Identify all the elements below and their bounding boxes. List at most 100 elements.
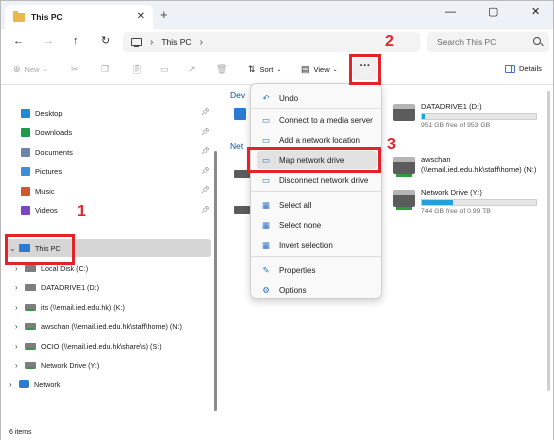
content-scrollbar[interactable] (547, 91, 550, 391)
rename-icon: ▭ (160, 64, 169, 74)
quick-access-item[interactable]: Music (21, 183, 55, 199)
menu-item-invert-selection[interactable]: ▦ Invert selection (257, 236, 377, 254)
address-row: ← → ↑ ↻ › This PC › Search This PC (1, 29, 553, 55)
menu-item-properties[interactable]: ✎ Properties (257, 261, 377, 279)
refresh-button[interactable]: ↻ (101, 34, 110, 48)
command-bar: ⊕ New ⌄ ✂ ❐ 📋︎ ▭ ↗ 🗑︎ ⇅ Sort ⌄ ▤ View ⌄ … (1, 55, 553, 85)
quick-access-item[interactable]: Downloads (21, 125, 72, 141)
sort-button[interactable]: ⇅ Sort ⌄ (248, 64, 285, 75)
drive-free-space: 744 GB free of 0.99 TB (421, 208, 491, 215)
menu-item-label: Undo (279, 93, 299, 103)
menu-separator (251, 256, 381, 257)
tree-label: DATADRIVE1 (D:) (41, 283, 100, 292)
quick-access-item[interactable]: Desktop (21, 105, 63, 121)
menu-item-select-none[interactable]: ▦ Select none (257, 216, 377, 234)
pin-icon[interactable]: 📌︎ (201, 108, 210, 116)
chevron-right-icon[interactable]: › (15, 303, 25, 312)
delete-button[interactable]: 🗑︎ (216, 64, 231, 75)
invert-selection-icon: ▦ (261, 239, 271, 250)
share-button[interactable]: ↗ (188, 64, 200, 75)
quick-access-folder-icon (21, 128, 30, 137)
chevron-right-icon[interactable]: › (15, 322, 25, 331)
close-window-button[interactable]: ✕ (531, 5, 540, 19)
chevron-right-icon[interactable]: › (9, 380, 19, 389)
quick-access-folder-icon (21, 147, 30, 157)
tree-item-drive[interactable]: › OCIO (\\email.ied.edu.hk\share\s) (S:) (15, 338, 162, 354)
network-drive-icon (393, 157, 415, 177)
quick-access-label: Pictures (35, 167, 63, 176)
file-explorer-window: This PC ✕ + — ▢ ✕ ← → ↑ ↻ › This PC › Se… (0, 0, 554, 440)
tab-title: This PC (31, 12, 63, 22)
cut-button[interactable]: ✂ (71, 64, 83, 75)
group-devices-heading[interactable]: Dev (230, 90, 245, 100)
tree-item-drive[interactable]: › its (\\email.ied.edu.hk) (K:) (15, 299, 125, 315)
nav-scrollbar[interactable] (214, 151, 217, 411)
drive-item-n[interactable]: awschan (\\email.ied.edu.hk\staff\home) … (393, 155, 543, 189)
tree-label: Network Drive (Y:) (41, 361, 100, 370)
maximize-button[interactable]: ▢ (488, 5, 498, 19)
tree-item-network[interactable]: › Network (9, 376, 60, 392)
copy-icon: ❐ (101, 64, 110, 74)
menu-item-label: Disconnect network drive (279, 175, 369, 185)
menu-item-label: Options (279, 285, 307, 295)
copy-button[interactable]: ❐ (101, 64, 113, 75)
chevron-right-icon[interactable]: › (15, 283, 25, 292)
chevron-right-icon[interactable]: › (15, 342, 25, 351)
breadcrumb-this-pc[interactable]: This PC (161, 37, 191, 47)
breadcrumb-chevron[interactable]: › (200, 37, 203, 48)
drive-item-d[interactable]: DATADRIVE1 (D:) 951 GB free of 953 GB (393, 102, 543, 136)
sort-icon: ⇅ (248, 64, 256, 74)
address-bar[interactable]: › This PC › (123, 32, 420, 52)
annotation-number-3: 3 (387, 136, 396, 153)
menu-item-connect-to-a-media-server[interactable]: ▭ Connect to a media server (257, 111, 377, 129)
drive-item-y[interactable]: Network Drive (Y:) 744 GB free of 0.99 T… (393, 188, 543, 222)
minimize-button[interactable]: — (445, 5, 456, 19)
options-icon: ⚙ (262, 284, 270, 295)
view-button[interactable]: ▤ View ⌄ (301, 64, 342, 75)
menu-item-options[interactable]: ⚙ Options (257, 281, 377, 299)
group-network-heading[interactable]: Net (230, 141, 243, 151)
disconnect-drive-icon: ▭ (261, 174, 271, 185)
drive-name: DATADRIVE1 (D:) (421, 102, 482, 111)
tab-close-button[interactable]: ✕ (137, 11, 145, 22)
network-drive-icon (25, 362, 36, 369)
pin-icon[interactable]: 📌︎ (201, 206, 210, 214)
tree-item-drive[interactable]: › Network Drive (Y:) (15, 358, 99, 374)
pin-icon[interactable]: 📌︎ (201, 147, 210, 155)
chevron-down-icon: ⌄ (332, 67, 338, 73)
forward-button[interactable]: → (43, 34, 54, 48)
menu-item-disconnect-network-drive[interactable]: ▭ Disconnect network drive (257, 171, 377, 189)
view-icon: ▤ (301, 64, 310, 74)
paste-button[interactable]: 📋︎ (131, 64, 146, 75)
pin-icon[interactable]: 📌︎ (201, 167, 210, 175)
chevron-right-icon[interactable]: › (15, 361, 25, 370)
details-label: Details (519, 64, 542, 73)
menu-item-select-all[interactable]: ▦ Select all (257, 196, 377, 214)
tree-item-drive[interactable]: › awschan (\\email.ied.edu.hk\staff\home)… (15, 319, 182, 335)
menu-separator (251, 191, 381, 192)
annotation-number-1: 1 (77, 203, 86, 220)
menu-item-undo[interactable]: ↶ Undo (257, 89, 377, 107)
annotation-number-2: 2 (385, 33, 394, 50)
network-location-icon: ▭ (261, 134, 271, 145)
tree-item-drive[interactable]: › DATADRIVE1 (D:) (15, 280, 99, 296)
drive-usage-fill (422, 200, 453, 205)
new-button[interactable]: ⊕ New ⌄ (13, 64, 52, 75)
tab-this-pc[interactable]: This PC ✕ (5, 5, 153, 29)
quick-access-item[interactable]: Pictures (21, 164, 62, 180)
quick-access-item[interactable]: Videos (21, 203, 58, 219)
pin-icon[interactable]: 📌︎ (201, 128, 210, 136)
up-button[interactable]: ↑ (73, 34, 79, 48)
pin-icon[interactable]: 📌︎ (201, 186, 210, 194)
properties-icon: ✎ (262, 264, 270, 275)
status-bar: 6 items (1, 426, 553, 440)
tree-label: awschan (\\email.ied.edu.hk\staff\home) … (41, 322, 182, 331)
menu-item-label: Select all (279, 200, 312, 210)
rename-button[interactable]: ▭ (160, 64, 173, 75)
quick-access-item[interactable]: Documents (21, 144, 73, 160)
back-button[interactable]: ← (13, 34, 24, 48)
new-tab-button[interactable]: + (160, 8, 168, 21)
details-button[interactable]: Details (505, 64, 542, 73)
details-pane-icon (505, 64, 515, 73)
search-input[interactable]: Search This PC (427, 32, 549, 52)
